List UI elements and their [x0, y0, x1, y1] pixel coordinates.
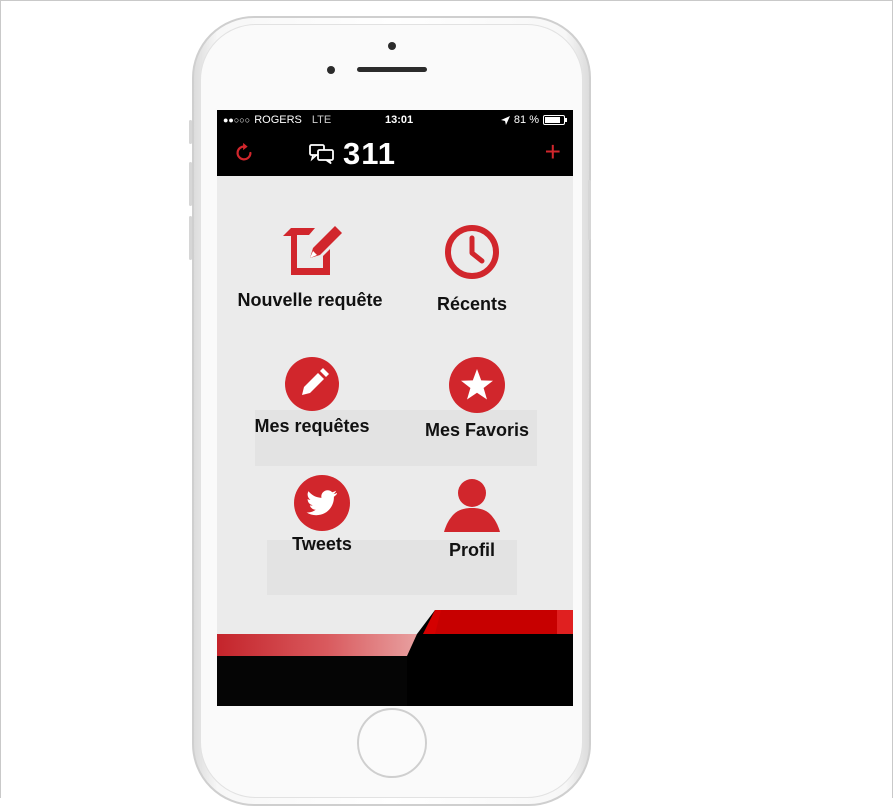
- twitter-icon: [294, 475, 350, 531]
- battery-percent: 81 %: [513, 114, 539, 126]
- refresh-icon[interactable]: [233, 141, 255, 163]
- signal-strength-icon: ●●○○○: [223, 115, 251, 125]
- clock-icon: [445, 225, 499, 279]
- proximity-sensor: [327, 66, 335, 74]
- carrier-name: ROGERS: [254, 114, 302, 126]
- menu-favorites-label: Mes Favoris: [424, 420, 530, 440]
- menu-new-request-label: Nouvelle requête: [237, 290, 383, 310]
- menu-profile-label: Profil: [448, 540, 495, 560]
- battery-fill: [545, 117, 560, 123]
- pencil-circle-icon: [285, 357, 339, 411]
- menu-tweets[interactable]: Tweets: [267, 474, 377, 555]
- mute-switch: [189, 120, 192, 144]
- star-circle-icon: [449, 357, 505, 413]
- menu-recent-label: Récents: [436, 294, 508, 314]
- edit-document-icon: [283, 226, 342, 275]
- front-camera: [388, 42, 396, 50]
- battery-icon: [543, 115, 567, 125]
- home-button[interactable]: [357, 708, 427, 778]
- add-button[interactable]: +: [545, 138, 561, 166]
- app-brand: 311: [309, 136, 396, 172]
- user-icon: [444, 479, 500, 532]
- status-right: 81 %: [500, 114, 567, 126]
- network-type: LTE: [311, 114, 332, 126]
- power-button: [588, 180, 591, 240]
- volume-up-button: [189, 162, 192, 206]
- volume-down-button: [189, 216, 192, 260]
- earpiece-speaker: [357, 67, 427, 72]
- menu-my-requests-label: Mes requêtes: [254, 416, 370, 436]
- battery-tip: [565, 118, 567, 122]
- menu-tweets-label: Tweets: [292, 534, 352, 554]
- location-arrow-icon: [500, 115, 510, 125]
- app-screen: ●●○○○ ROGERS LTE 13:01 81 % 311 + Nouvel…: [217, 110, 573, 706]
- menu-my-requests[interactable]: Mes requêtes: [237, 356, 387, 437]
- chat-bubbles-icon: [309, 144, 334, 165]
- menu-profile[interactable]: Profil: [417, 478, 527, 561]
- status-time: 13:01: [385, 114, 414, 126]
- app-title: 311: [343, 136, 397, 171]
- status-left: ●●○○○ ROGERS LTE: [223, 114, 331, 126]
- status-bar: ●●○○○ ROGERS LTE 13:01 81 %: [217, 110, 573, 132]
- nav-bar: 311 +: [217, 132, 573, 176]
- menu-recent[interactable]: Récents: [407, 224, 537, 315]
- footer-decoration: [217, 610, 573, 706]
- menu-new-request[interactable]: Nouvelle requête: [221, 220, 399, 311]
- menu-favorites[interactable]: Mes Favoris: [407, 356, 547, 441]
